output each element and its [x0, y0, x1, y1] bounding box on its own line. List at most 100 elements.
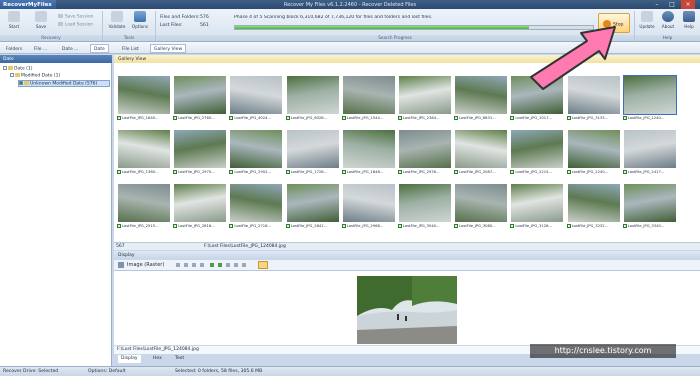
- tab-file-type[interactable]: File ...: [30, 44, 51, 53]
- gallery-thumbnail[interactable]: LostFile_JPG_1848...: [341, 130, 396, 179]
- fit-icon[interactable]: [192, 263, 196, 267]
- display-mode-select[interactable]: Image (Raster): [127, 262, 164, 268]
- thumbnail-checkbox[interactable]: [510, 116, 515, 120]
- gallery-thumbnail[interactable]: LostFile_JPG_2968...: [341, 184, 396, 233]
- thumbnail-checkbox[interactable]: [454, 224, 459, 228]
- thumbnail-checkbox[interactable]: [566, 116, 571, 120]
- thumbnail-checkbox[interactable]: [341, 170, 346, 174]
- thumbnail-checkbox[interactable]: [117, 116, 121, 120]
- gallery-thumbnail[interactable]: LostFile_JPG_1360...: [117, 130, 171, 179]
- close-icon[interactable]: ×: [681, 0, 695, 9]
- thumbnail-checkbox[interactable]: [566, 170, 571, 174]
- gallery-thumbnail[interactable]: LostFile_JPG_2760...: [173, 76, 227, 125]
- thumbnail-checkbox[interactable]: [454, 170, 459, 174]
- fit-to-window-icon[interactable]: [258, 261, 268, 269]
- start-button[interactable]: Start: [3, 11, 25, 35]
- gallery-thumbnail[interactable]: LostFile_JPG_3040...: [398, 184, 452, 233]
- thumbnail-checkbox[interactable]: [622, 170, 627, 174]
- checkbox-icon[interactable]: [19, 81, 23, 85]
- load-session-button[interactable]: Load Session: [58, 22, 93, 28]
- thumbnail-checkbox[interactable]: [173, 224, 178, 228]
- tab-date[interactable]: Date: [90, 44, 109, 53]
- thumbnail-checkbox[interactable]: [341, 224, 346, 228]
- thumbnail-checkbox[interactable]: [398, 170, 402, 174]
- gallery-thumbnail[interactable]: LostFile_JPG_2952...: [229, 130, 283, 179]
- rotate-right-icon[interactable]: [218, 263, 222, 267]
- tab-display[interactable]: Display: [118, 355, 141, 363]
- tab-file-list[interactable]: File List: [118, 44, 143, 53]
- gallery-thumbnail[interactable]: LostFile_JPG_2841...: [285, 184, 340, 233]
- thumbnail-checkbox[interactable]: [173, 170, 178, 174]
- thumbnail-checkbox[interactable]: [285, 170, 290, 174]
- thumbnail-checkbox[interactable]: [229, 116, 234, 120]
- gallery-thumbnail[interactable]: LostFile_JPG_2384...: [398, 76, 452, 125]
- validate-button[interactable]: Validate: [106, 11, 128, 35]
- gallery-thumbnail[interactable]: LostFile_JPG_2970...: [173, 130, 227, 179]
- thumbnail-checkbox[interactable]: [285, 224, 290, 228]
- expand-icon[interactable]: [3, 66, 7, 70]
- about-button[interactable]: About: [657, 11, 679, 35]
- gallery-thumbnail[interactable]: LostFile_JPG_2515...: [117, 184, 171, 233]
- thumbnail-checkbox[interactable]: [398, 224, 402, 228]
- rotate-left-icon[interactable]: [210, 263, 214, 267]
- options-button[interactable]: Options: [129, 11, 151, 35]
- thumbnail-image: [342, 76, 395, 114]
- tree-node-unknown-modified-date[interactable]: Unknown Modified Date (576): [18, 80, 110, 87]
- app-menu-button[interactable]: RecoverMyFiles: [0, 0, 56, 9]
- refresh-icon[interactable]: [234, 263, 238, 267]
- save-button[interactable]: Save: [30, 11, 52, 35]
- tab-hex[interactable]: Hex: [150, 355, 165, 363]
- tab-date-range[interactable]: Date ...: [58, 44, 82, 53]
- thumbnail-checkbox[interactable]: [117, 170, 121, 174]
- gallery-thumbnail[interactable]: LostFile_JPG_1544...: [341, 76, 396, 125]
- gallery-thumbnail[interactable]: LostFile_JPG_1640...: [117, 76, 171, 125]
- thumbnail-checkbox[interactable]: [398, 116, 402, 120]
- gallery-thumbnail[interactable]: LostFile_JPG_3080...: [454, 184, 508, 233]
- zoom-out-icon[interactable]: [184, 263, 188, 267]
- expand-icon[interactable]: [10, 73, 14, 77]
- tree-node-date[interactable]: Date (1): [3, 66, 33, 73]
- thumbnail-checkbox[interactable]: [285, 116, 290, 120]
- tree-node-modified-date[interactable]: Modified Date (1): [10, 73, 60, 80]
- thumbnail-checkbox[interactable]: [454, 116, 459, 120]
- thumbnail-checkbox[interactable]: [229, 224, 234, 228]
- gallery-thumbnail[interactable]: LostFile_JPG_2240...: [566, 130, 621, 179]
- gallery-thumbnail[interactable]: LostFile_JPG_2716...: [229, 184, 283, 233]
- thumbnail-filename: LostFile_JPG_1640...: [122, 116, 159, 120]
- thumbnail-checkbox[interactable]: [622, 224, 627, 228]
- maximize-icon[interactable]: □: [665, 0, 679, 9]
- gallery-thumbnail[interactable]: LostFile_JPG_1728...: [285, 130, 340, 179]
- tab-gallery-view[interactable]: Gallery View: [150, 44, 187, 53]
- thumbnail-checkbox[interactable]: [117, 224, 121, 228]
- save-session-button[interactable]: Save Session: [58, 14, 93, 20]
- gallery-thumbnail[interactable]: LostFile_JPG_4024...: [229, 76, 283, 125]
- thumbnail-checkbox[interactable]: [229, 170, 234, 174]
- thumbnail-checkbox[interactable]: [510, 170, 515, 174]
- settings-icon[interactable]: [242, 263, 246, 267]
- tab-folders[interactable]: Folders: [2, 44, 26, 53]
- gallery-thumbnail[interactable]: LostFile_JPG_6831...: [454, 76, 508, 125]
- gallery-thumbnail[interactable]: LostFile_JPG_1240...: [622, 75, 677, 125]
- zoom-in-icon[interactable]: [176, 263, 180, 267]
- gallery-thumbnail[interactable]: LostFile_JPG_3340...: [622, 184, 677, 233]
- gallery-thumbnail[interactable]: LostFile_JPG_2417...: [622, 130, 677, 179]
- gallery-thumbnail[interactable]: LostFile_JPG_2215...: [510, 130, 564, 179]
- gallery-thumbnail[interactable]: LostFile_JPG_3232...: [566, 184, 621, 233]
- gallery-thumbnail[interactable]: LostFile_JPG_2087...: [454, 130, 508, 179]
- gallery-thumbnail[interactable]: LostFile_JPG_6028...: [285, 76, 340, 125]
- thumbnail-checkbox[interactable]: [622, 116, 627, 120]
- gallery-thumbnail[interactable]: LostFile_JPG_3128...: [510, 184, 564, 233]
- actual-size-icon[interactable]: [200, 263, 204, 267]
- update-button[interactable]: Update: [636, 11, 658, 35]
- thumbnail-checkbox[interactable]: [566, 224, 571, 228]
- tab-text[interactable]: Text: [172, 355, 187, 363]
- thumbnail-checkbox[interactable]: [341, 116, 346, 120]
- minimize-icon[interactable]: –: [650, 0, 664, 9]
- gallery-thumbnail[interactable]: LostFile_JPG_2816...: [173, 184, 227, 233]
- thumbnail-caption: LostFile_JPG_3232...: [566, 224, 621, 228]
- help-button[interactable]: Help: [678, 11, 700, 35]
- thumbnail-checkbox[interactable]: [510, 224, 515, 228]
- flip-icon[interactable]: [226, 263, 230, 267]
- thumbnail-checkbox[interactable]: [173, 116, 178, 120]
- gallery-thumbnail[interactable]: LostFile_JPG_2976...: [398, 130, 452, 179]
